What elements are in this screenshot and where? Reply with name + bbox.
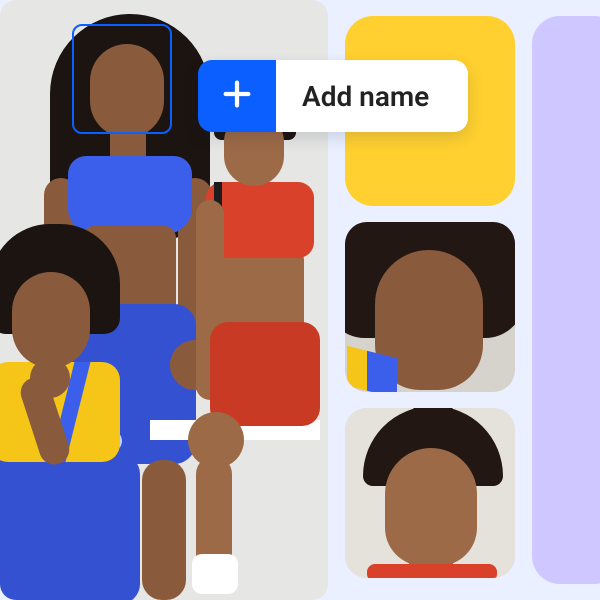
face-thumbnail-2[interactable]	[345, 408, 515, 578]
plus-icon	[220, 77, 254, 115]
add-name-control[interactable]: Add name	[198, 60, 468, 132]
face-detection-box[interactable]	[72, 24, 172, 134]
add-name-plus-button[interactable]	[198, 60, 276, 132]
add-name-input[interactable]: Add name	[276, 60, 468, 132]
face-thumbnail-1[interactable]	[345, 222, 515, 392]
decorative-tile-lavender	[532, 16, 600, 584]
